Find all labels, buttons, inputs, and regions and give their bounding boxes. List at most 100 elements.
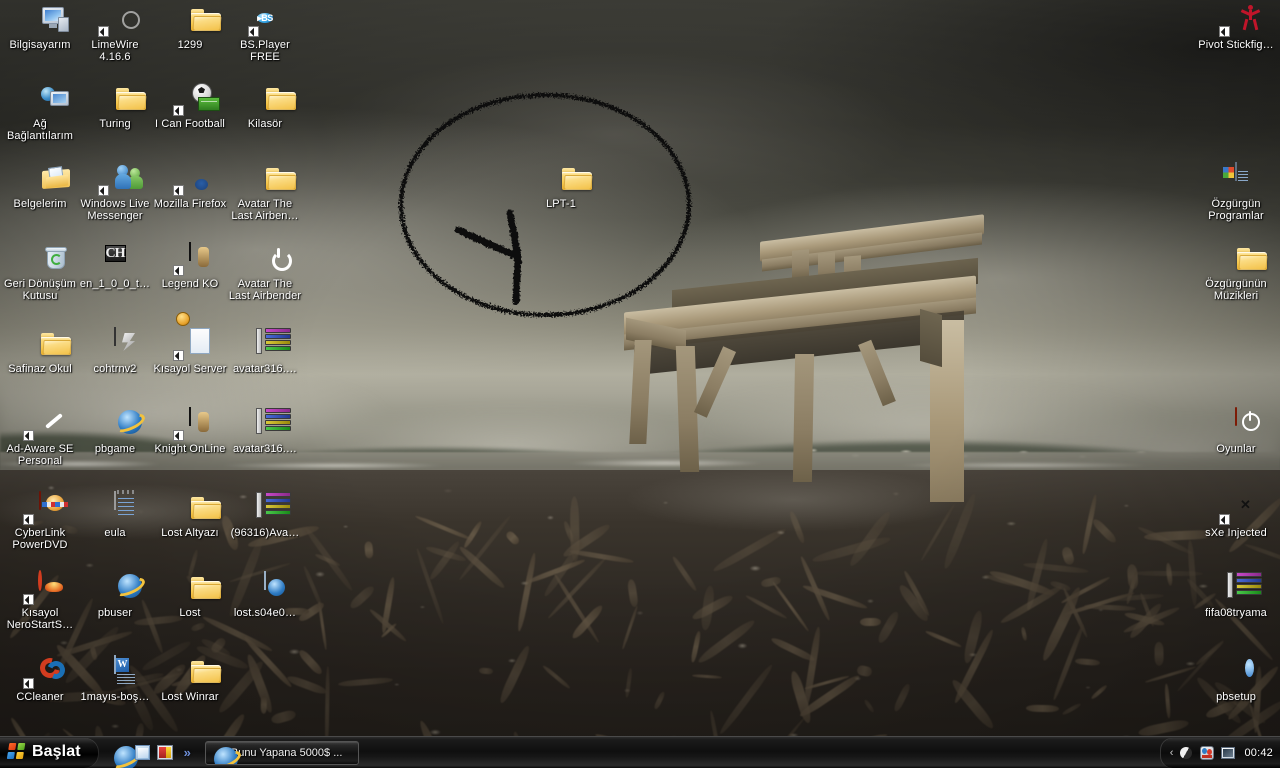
desktop-icon-glyph bbox=[174, 4, 222, 36]
desktop-icon[interactable]: CH en_1_0_0_t… bbox=[77, 243, 153, 290]
powerdvd-icon bbox=[39, 491, 68, 511]
desktop-icon-label: Avatar The Last Airbender bbox=[228, 278, 302, 302]
taskbar-clock[interactable]: 00:42 bbox=[1241, 747, 1273, 759]
start-button[interactable]: Başlat bbox=[0, 737, 99, 768]
desktop-icon-glyph bbox=[24, 163, 70, 195]
desktop-icon[interactable]: Turing bbox=[77, 83, 153, 130]
desktop-icon[interactable]: Özgürgünün Müzikleri bbox=[1198, 243, 1274, 302]
desktop-icon[interactable]: CCleaner bbox=[2, 654, 78, 703]
desktop-icon[interactable]: Pivot Stickfig… bbox=[1198, 4, 1274, 51]
desktop-icon-glyph bbox=[24, 4, 69, 36]
desktop-icon[interactable]: pbuser bbox=[77, 572, 153, 619]
desktop-icon[interactable]: eula bbox=[77, 490, 153, 539]
desktop-icon[interactable]: (96316)Ava… bbox=[227, 492, 303, 539]
bsplayer-icon: ▸BS bbox=[257, 13, 273, 23]
application-window-icon bbox=[1223, 162, 1248, 182]
knight-online-icon bbox=[189, 242, 191, 261]
desktop-icon-glyph bbox=[173, 407, 206, 441]
desktop-icon[interactable]: Knight OnLine bbox=[152, 407, 228, 455]
quick-launch-show-desktop-icon[interactable] bbox=[134, 744, 152, 762]
desktop-icon[interactable]: Ad-Aware SE Personal bbox=[2, 408, 78, 467]
shortcut-arrow-icon bbox=[23, 678, 34, 689]
shortcut-arrow-icon bbox=[173, 430, 184, 441]
task-button[interactable]: Bunu Yapana 5000$ ... bbox=[204, 740, 359, 765]
desktop-icon[interactable]: Safinaz Okul bbox=[2, 328, 78, 375]
desktop-icon[interactable]: avatar316.… bbox=[227, 408, 303, 455]
desktop-icon-label: Kilasör bbox=[247, 118, 283, 130]
desktop-icon-glyph bbox=[99, 327, 131, 360]
desktop-icon[interactable]: Legend KO bbox=[152, 242, 228, 290]
desktop-icon-label: Lost bbox=[179, 607, 201, 619]
desktop-icon[interactable]: Kısayol NeroStartS… bbox=[2, 570, 78, 631]
desktop-icon-glyph bbox=[24, 83, 69, 115]
desktop-icon[interactable]: lost.s04e0… bbox=[227, 571, 303, 619]
desktop-icon-glyph bbox=[99, 572, 148, 604]
task-button-label: Bunu Yapana 5000$ ... bbox=[230, 746, 343, 759]
desktop-icon[interactable]: Lost bbox=[152, 572, 228, 619]
desktop-icon[interactable]: Özgürgün Programlar bbox=[1198, 162, 1274, 222]
desktop-icon[interactable]: I Can Football bbox=[152, 83, 228, 130]
desktop-icon[interactable]: pbsetup bbox=[1198, 656, 1274, 703]
desktop-icon[interactable]: ▸BS BS.Player FREE bbox=[227, 4, 303, 63]
nero-icon bbox=[38, 570, 42, 591]
desktop-icon[interactable]: 1299 bbox=[152, 4, 228, 51]
volume-icon[interactable] bbox=[1178, 745, 1194, 761]
desktop-icon[interactable]: Geri Dönüşüm Kutusu bbox=[2, 243, 78, 302]
quick-launch-media-player-icon[interactable] bbox=[156, 744, 175, 762]
desktop-icon[interactable]: Belgelerim bbox=[2, 163, 78, 210]
desktop-icon-label: CCleaner bbox=[16, 691, 64, 703]
quick-launch-overflow-chevron[interactable]: » bbox=[180, 745, 195, 760]
shortcut-arrow-icon bbox=[173, 350, 184, 361]
desktop-icon[interactable]: Windows Live Messenger bbox=[77, 163, 153, 222]
messenger-tray-icon[interactable] bbox=[1199, 745, 1215, 761]
desktop-icon[interactable]: Bilgisayarım bbox=[2, 4, 78, 51]
desktop-icon[interactable]: Mozilla Firefox bbox=[152, 163, 228, 210]
desktop-icon[interactable]: Kısayol Server bbox=[152, 312, 228, 375]
desktop-icon-label: Bilgisayarım bbox=[9, 39, 71, 51]
desktop-icon-label: 1299 bbox=[177, 39, 203, 51]
desktop-icon-label: 1mayıs-boş… bbox=[80, 691, 150, 703]
desktop-icon[interactable]: Oyunlar bbox=[1198, 407, 1274, 455]
desktop-icon[interactable]: cohtrnv2 bbox=[77, 327, 153, 375]
games-power-icon bbox=[1235, 407, 1237, 426]
desktop-icon-glyph: W bbox=[99, 655, 135, 688]
taskbar: Başlat » Bunu Yapana 5000$ ... ‹ 00:42 bbox=[0, 736, 1280, 768]
desktop-icon-label: (96316)Ava… bbox=[230, 527, 300, 539]
desktop-icon-label: avatar316.… bbox=[232, 443, 298, 455]
desktop-icon-glyph bbox=[173, 83, 220, 116]
desktop-icon[interactable]: Avatar The Last Airbender bbox=[227, 243, 303, 302]
tray-expand-chevron-icon[interactable]: ‹ bbox=[1170, 747, 1174, 759]
desktop-icon-glyph bbox=[249, 328, 291, 360]
desktop-icon-glyph bbox=[99, 83, 147, 115]
desktop-icon[interactable]: Lost Altyazı bbox=[152, 492, 228, 539]
desktop-icon-glyph bbox=[1220, 243, 1268, 275]
desktop-icon[interactable]: Avatar The Last Airben… bbox=[227, 163, 303, 222]
windows-logo-icon bbox=[6, 743, 27, 760]
desktop-icon[interactable]: Lost Winrar bbox=[152, 656, 228, 703]
ie-document-icon bbox=[264, 571, 285, 596]
desktop-icon[interactable]: fifa08tryama bbox=[1198, 572, 1274, 619]
desktop-icon-glyph bbox=[24, 328, 72, 360]
desktop-icon-label: Knight OnLine bbox=[154, 443, 226, 455]
desktop-icon[interactable]: LimeWire 4.16.6 bbox=[77, 4, 153, 63]
desktop-icon[interactable]: Kilasör bbox=[227, 83, 303, 130]
desktop-icon-glyph bbox=[249, 163, 297, 195]
desktop-icon[interactable]: Ağ Bağlantılarım bbox=[2, 83, 78, 142]
shortcut-arrow-icon bbox=[173, 105, 184, 116]
desktop-icon-label: fifa08tryama bbox=[1205, 607, 1267, 619]
desktop-icon[interactable]: W 1mayıs-boş… bbox=[77, 655, 153, 703]
desktop-icon-glyph bbox=[1220, 407, 1252, 440]
quick-launch-internet-explorer-icon[interactable] bbox=[108, 744, 144, 768]
desktop-icon[interactable]: avatar316.… bbox=[227, 328, 303, 375]
system-tray: ‹ 00:42 bbox=[1159, 737, 1280, 768]
desktop-icon[interactable]: LPT-1 bbox=[523, 163, 599, 210]
desktop-icon-glyph bbox=[23, 491, 68, 525]
network-tray-icon[interactable] bbox=[1220, 745, 1236, 761]
desktop-icon[interactable]: CyberLink PowerDVD bbox=[2, 491, 78, 551]
desktop-icon-glyph bbox=[173, 242, 206, 276]
desktop-icon[interactable]: pbgame bbox=[77, 408, 153, 455]
desktop-icon-glyph bbox=[174, 656, 222, 688]
desktop-icon[interactable]: ✕ sXe Injected bbox=[1198, 492, 1274, 539]
desktop-icon-glyph bbox=[249, 243, 281, 275]
desktop-icon-glyph bbox=[1220, 656, 1252, 688]
